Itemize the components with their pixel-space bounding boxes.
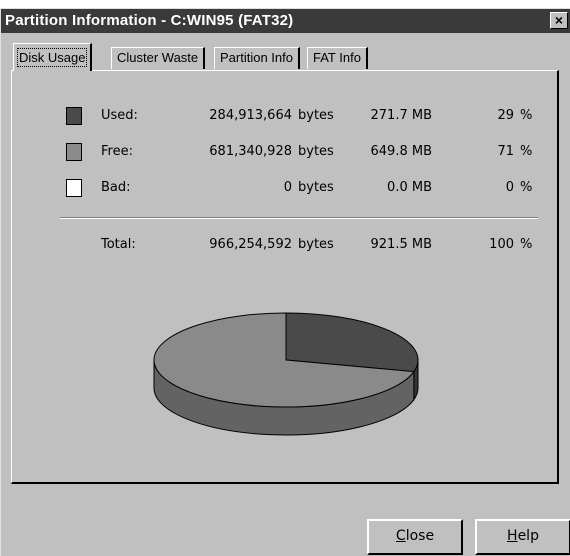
tab-fat-info[interactable]: FAT Info: [307, 47, 368, 69]
help-button[interactable]: Help: [475, 519, 570, 555]
close-button-label: Close: [395, 528, 435, 544]
help-button-label: Help: [507, 528, 539, 544]
close-button[interactable]: Close: [367, 519, 463, 555]
tab-partition-info[interactable]: Partition Info: [214, 47, 300, 69]
tab-cluster-waste[interactable]: Cluster Waste: [111, 47, 206, 69]
title-bar[interactable]: Partition Information - C:WIN95 (FAT32) …: [1, 9, 570, 33]
disk-usage-panel: Used: 284,913,664 bytes 271.7 MB 29 % Fr…: [11, 70, 559, 484]
tab-label: FAT Info: [313, 50, 361, 65]
disk-usage-pie-chart: [153, 312, 419, 436]
tab-label: Cluster Waste: [117, 50, 199, 65]
tab-label: Partition Info: [220, 50, 293, 65]
tab-label: Disk Usage: [16, 48, 88, 67]
close-icon[interactable]: ×: [550, 12, 568, 29]
partition-info-dialog: Partition Information - C:WIN95 (FAT32) …: [0, 8, 570, 556]
window-title: Partition Information - C:WIN95 (FAT32): [5, 12, 294, 29]
tab-disk-usage[interactable]: Disk Usage: [13, 43, 93, 71]
